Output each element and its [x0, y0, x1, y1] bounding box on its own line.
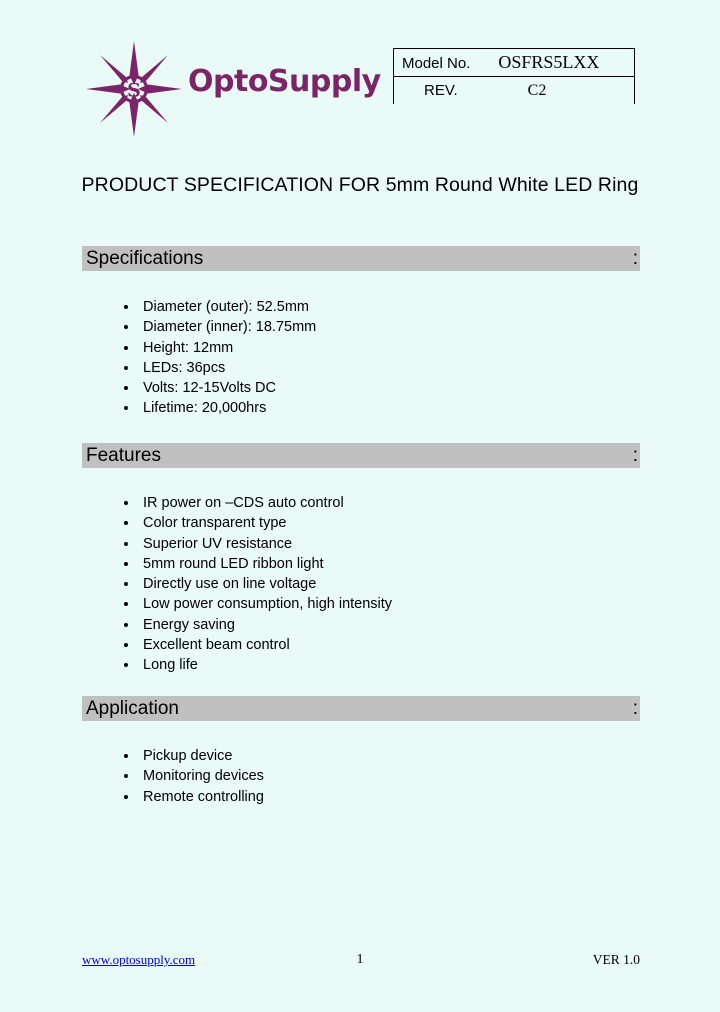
list-item: Pickup device	[122, 746, 264, 766]
list-item: Remote controlling	[122, 787, 264, 807]
list-item: 5mm round LED ribbon light	[122, 554, 392, 574]
list-item: Lifetime: 20,000hrs	[122, 398, 316, 418]
page-footer: www.optosupply.com 1 VER 1.0	[0, 950, 720, 974]
list-item: Volts: 12-15Volts DC	[122, 378, 316, 398]
section-title: Specifications	[86, 248, 204, 269]
model-number-row: Model No. OSFRS5LXX	[394, 49, 634, 77]
list-item: LEDs: 36pcs	[122, 358, 316, 378]
document-page: S OptoSupply Model No. OSFRS5LXX REV. C2…	[0, 0, 720, 1012]
logo-monogram: S	[127, 80, 141, 102]
section-title: Application	[86, 698, 179, 719]
section-colon: :	[632, 698, 638, 719]
list-item: Height: 12mm	[122, 338, 316, 358]
list-item: Diameter (inner): 18.75mm	[122, 317, 316, 337]
application-list: Pickup device Monitoring devices Remote …	[122, 746, 264, 807]
section-header-application: Application :	[82, 696, 640, 721]
specifications-list: Diameter (outer): 52.5mm Diameter (inner…	[122, 297, 316, 419]
page-header: S OptoSupply Model No. OSFRS5LXX REV. C2	[0, 34, 720, 144]
section-header-features: Features :	[82, 443, 640, 468]
list-item: Energy saving	[122, 615, 392, 635]
model-number-value: OSFRS5LXX	[498, 52, 600, 72]
revision-value: C2	[527, 81, 547, 99]
revision-row: REV. C2	[394, 77, 634, 104]
compass-star-icon: S	[86, 41, 182, 137]
model-info-table: Model No. OSFRS5LXX REV. C2	[393, 48, 635, 104]
list-item: Color transparent type	[122, 513, 392, 533]
logo-wordmark: OptoSupply	[188, 64, 381, 99]
list-item: Superior UV resistance	[122, 534, 392, 554]
features-list: IR power on –CDS auto control Color tran…	[122, 493, 392, 676]
footer-version: VER 1.0	[592, 952, 640, 967]
list-item: Low power consumption, high intensity	[122, 594, 392, 614]
list-item: Diameter (outer): 52.5mm	[122, 297, 316, 317]
list-item: IR power on –CDS auto control	[122, 493, 392, 513]
section-colon: :	[632, 248, 638, 269]
section-colon: :	[632, 445, 638, 466]
list-item: Monitoring devices	[122, 766, 264, 786]
section-header-specifications: Specifications :	[82, 246, 640, 271]
list-item: Excellent beam control	[122, 635, 392, 655]
section-title: Features	[86, 445, 161, 466]
list-item: Directly use on line voltage	[122, 574, 392, 594]
page-title: PRODUCT SPECIFICATION FOR 5mm Round Whit…	[81, 174, 639, 196]
company-logo: S OptoSupply	[84, 34, 384, 139]
model-number-label: Model No.	[402, 55, 471, 72]
revision-label: REV.	[424, 81, 458, 99]
list-item: Long life	[122, 655, 392, 675]
